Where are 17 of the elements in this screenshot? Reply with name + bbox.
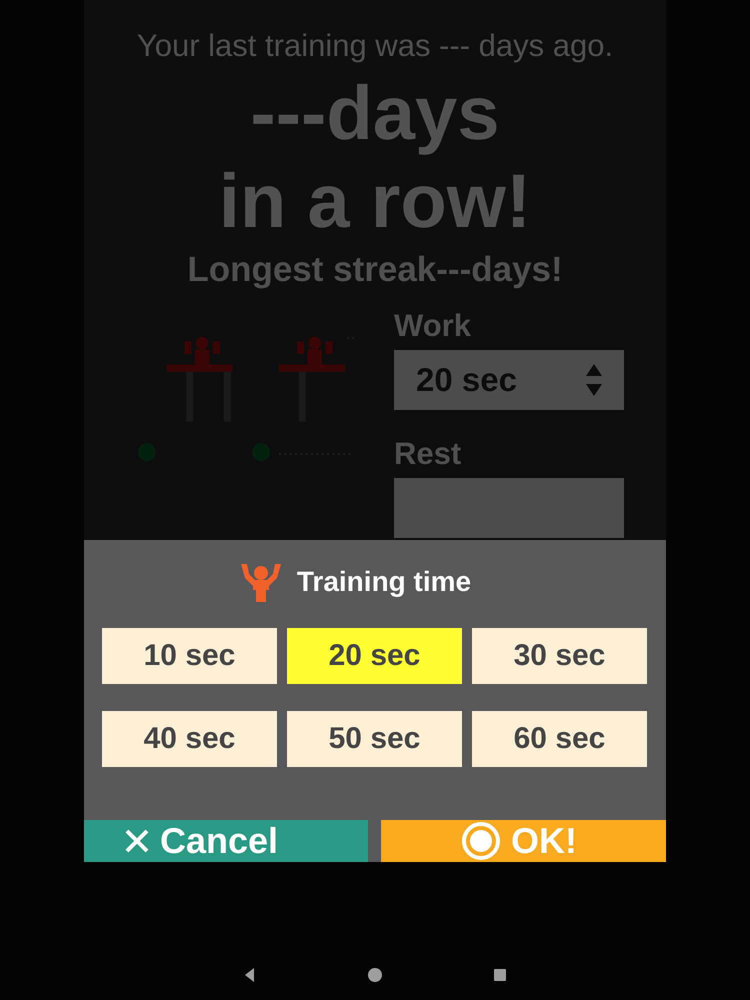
streak-caption-text: in a row! bbox=[218, 158, 532, 246]
circle-icon bbox=[461, 821, 501, 861]
time-option[interactable]: 60 sec bbox=[472, 711, 647, 767]
time-option[interactable]: 10 sec bbox=[102, 628, 277, 684]
rest-label: Rest bbox=[394, 436, 462, 472]
muscle-man-icon bbox=[238, 562, 283, 602]
dialog-title: Training time bbox=[296, 566, 472, 598]
longest-streak-text: Longest streak---days! bbox=[187, 250, 563, 290]
time-option[interactable]: 30 sec bbox=[472, 628, 647, 684]
work-label: Work bbox=[394, 308, 472, 344]
last-training-text: Your last training was --- days ago. bbox=[136, 28, 614, 64]
time-option[interactable]: 40 sec bbox=[102, 711, 277, 767]
time-option[interactable]: 20 sec bbox=[287, 628, 462, 684]
streak-count-text: ---days bbox=[250, 70, 500, 158]
time-option[interactable]: 50 sec bbox=[287, 711, 462, 767]
home-icon[interactable] bbox=[365, 965, 385, 985]
close-icon bbox=[124, 828, 150, 854]
